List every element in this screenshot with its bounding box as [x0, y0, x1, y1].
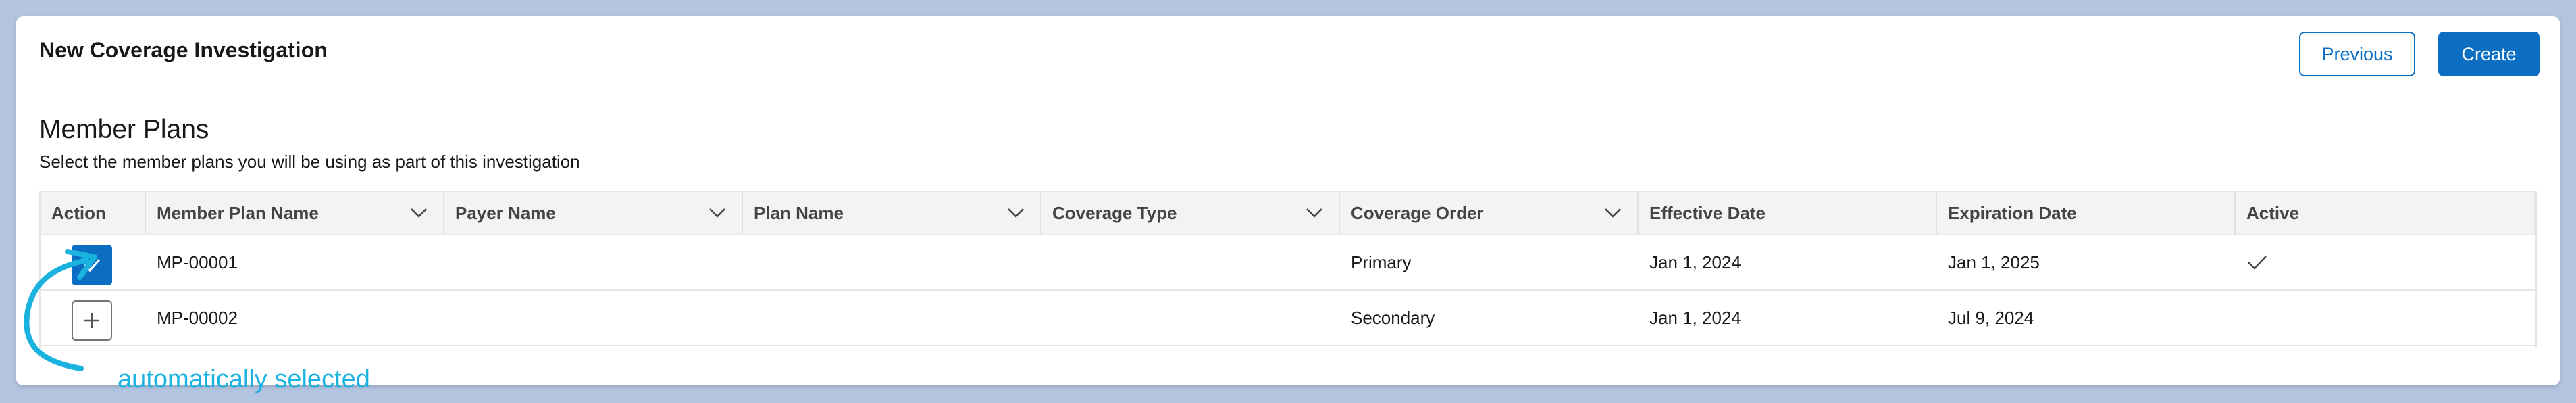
create-button[interactable]: Create — [2438, 32, 2540, 76]
column-label: Effective Date — [1649, 202, 1766, 223]
page-title: New Coverage Investigation — [39, 38, 328, 62]
coverage-investigation-card: New Coverage Investigation Previous Crea… — [16, 16, 2560, 392]
column-header-payer-name[interactable]: Payer Name — [444, 192, 743, 234]
table-row: MP-00001 Primary Jan 1, 2024 Jan 1, 2025 — [41, 235, 2535, 291]
expiration-date-cell: Jan 1, 2025 — [1948, 252, 2040, 272]
column-label: Action — [51, 202, 106, 223]
column-label: Active — [2246, 202, 2300, 223]
column-header-action: Action — [41, 192, 146, 234]
chevron-down-icon[interactable] — [708, 204, 727, 222]
column-header-plan-name[interactable]: Plan Name — [743, 192, 1041, 234]
select-row-button[interactable] — [72, 245, 112, 285]
column-header-coverage-order[interactable]: Coverage Order — [1340, 192, 1639, 234]
active-cell — [2236, 235, 2268, 289]
column-label: Plan Name — [754, 202, 844, 223]
chevron-down-icon[interactable] — [1305, 204, 1324, 222]
column-header-expiration-date: Expiration Date — [1937, 192, 2236, 234]
column-label: Coverage Order — [1351, 202, 1484, 223]
check-icon — [82, 258, 101, 272]
table-header: Action Member Plan Name Payer Name Plan … — [41, 191, 2535, 235]
column-header-member-plan-name[interactable]: Member Plan Name — [146, 192, 444, 234]
coverage-order-cell: Primary — [1351, 252, 1412, 272]
section-subtitle: Select the member plans you will be usin… — [39, 151, 580, 172]
effective-date-cell: Jan 1, 2024 — [1649, 252, 1741, 272]
column-label: Expiration Date — [1948, 202, 2077, 223]
table-row: MP-00002 Secondary Jan 1, 2024 Jul 9, 20… — [41, 291, 2535, 346]
page-background: New Coverage Investigation Previous Crea… — [0, 0, 2576, 403]
member-plan-name-cell: MP-00001 — [157, 252, 238, 272]
section-title: Member Plans — [39, 115, 209, 144]
effective-date-cell: Jan 1, 2024 — [1649, 307, 1741, 328]
plus-icon — [83, 312, 101, 329]
chevron-down-icon[interactable] — [409, 204, 428, 222]
member-plan-name-cell: MP-00002 — [157, 307, 238, 328]
coverage-order-cell: Secondary — [1351, 307, 1435, 328]
column-header-coverage-type[interactable]: Coverage Type — [1041, 192, 1340, 234]
previous-button[interactable]: Previous — [2299, 32, 2415, 76]
column-header-active: Active — [2236, 192, 2535, 234]
expiration-date-cell: Jul 9, 2024 — [1948, 307, 2034, 328]
member-plans-table: Action Member Plan Name Payer Name Plan … — [39, 191, 2537, 348]
chevron-down-icon[interactable] — [1603, 204, 1622, 222]
chevron-down-icon[interactable] — [1006, 204, 1025, 222]
column-label: Member Plan Name — [157, 202, 319, 223]
column-label: Payer Name — [455, 202, 556, 223]
column-label: Coverage Type — [1052, 202, 1177, 223]
annotation-label: automatically selected — [118, 365, 370, 394]
check-icon — [2246, 254, 2268, 271]
column-header-effective-date: Effective Date — [1639, 192, 1937, 234]
select-row-button[interactable] — [72, 300, 112, 341]
